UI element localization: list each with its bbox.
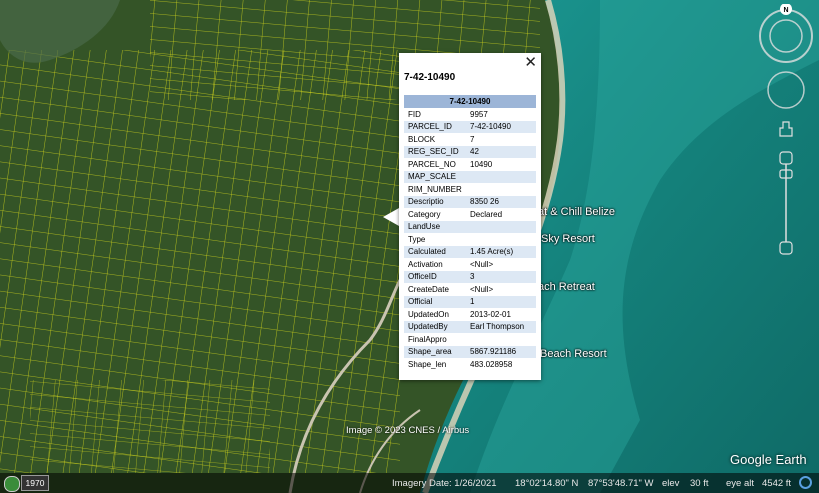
status-bar: Imagery Date: 1/26/2021 18°02'14.80" N 8…	[0, 473, 819, 493]
attribute-key: Calculated	[404, 245, 466, 258]
attribute-key: OfficeID	[404, 270, 466, 283]
attribute-key: Official	[404, 295, 466, 308]
attribute-key: Activation	[408, 259, 443, 269]
popup-title: 7-42-10490	[404, 72, 456, 83]
attribute-key: REG_SEC_ID	[404, 145, 466, 158]
eye-altitude-label: eye alt	[726, 478, 754, 489]
table-row: Category Declared	[404, 208, 536, 221]
historical-year-badge[interactable]: 1970	[21, 475, 49, 491]
attribute-key: RIM_NUMBER	[408, 184, 462, 194]
attribute-value	[466, 220, 536, 233]
table-row: RIM_NUMBER	[404, 183, 536, 196]
attribute-key: MAP_SCALE	[404, 170, 466, 183]
attribute-key: Descriptio	[404, 195, 466, 208]
table-row: Shape_area 5867.921186	[404, 345, 536, 358]
attribute-key: FID	[408, 109, 421, 119]
attribute-value: 7	[470, 134, 475, 144]
attribute-key: LandUse	[404, 220, 466, 233]
look-joystick[interactable]	[767, 71, 805, 109]
table-row: UpdatedBy Earl Thompson	[404, 320, 536, 333]
navigation-controls[interactable]: N	[756, 4, 816, 264]
attribute-key: PARCEL_NO	[408, 159, 456, 169]
attribute-value: 10490	[470, 159, 493, 169]
popup-pointer	[383, 208, 399, 226]
place-label[interactable]: Sky Resort	[541, 233, 595, 245]
google-earth-logo: Google Earth	[730, 452, 807, 467]
parcel-grid-south	[30, 380, 270, 473]
elevation-value: 30 ft	[690, 478, 709, 489]
attribute-value: 1	[466, 295, 536, 308]
table-row: REG_SEC_ID 42	[404, 145, 536, 158]
attribute-value: 8350 26	[466, 195, 536, 208]
attribute-value	[466, 170, 536, 183]
attribute-value: <Null>	[470, 259, 494, 269]
attribute-value: <Null>	[470, 284, 494, 294]
table-row: UpdatedOn 2013-02-01	[404, 308, 536, 321]
table-row: FinalAppro	[404, 333, 536, 346]
attribute-key: Shape_area	[404, 345, 466, 358]
imagery-credits: Image © 2023 CNES / Airbus	[346, 425, 470, 436]
attribute-value: 483.028958	[470, 359, 513, 369]
street-view-pegman-icon[interactable]	[779, 121, 793, 137]
attribute-key: UpdatedOn	[408, 309, 449, 319]
table-row: CreateDate <Null>	[404, 283, 536, 296]
table-row: PARCEL_NO 10490	[404, 158, 536, 171]
table-row: LandUse	[404, 220, 536, 233]
table-row: Shape_len 483.028958	[404, 358, 536, 371]
imagery-date: Imagery Date: 1/26/2021	[392, 478, 497, 489]
table-row: OfficeID 3	[404, 270, 536, 283]
table-row: Activation <Null>	[404, 258, 536, 271]
historical-imagery-icon[interactable]	[4, 476, 20, 492]
attribute-value: 7-42-10490	[466, 120, 536, 133]
parcel-info-popup: ✕ 7-42-10490 7-42-10490 FID 9957 PARCEL_ID…	[399, 53, 541, 380]
attribute-value	[466, 333, 536, 346]
attribute-value: Earl Thompson	[466, 320, 536, 333]
close-icon[interactable]: ✕	[524, 54, 537, 72]
latitude-readout: 18°02'14.80" N	[515, 478, 579, 489]
attribute-value: 5867.921186	[466, 345, 536, 358]
attribute-value: 3	[466, 270, 536, 283]
elevation-label: elev	[662, 478, 680, 489]
attribute-value: 9957	[470, 109, 488, 119]
table-row: PARCEL_ID 7-42-10490	[404, 120, 536, 133]
place-label[interactable]: at & Chill Belize	[538, 206, 615, 218]
attribute-value	[466, 183, 536, 196]
table-row: Type	[404, 233, 536, 246]
attribute-key: Type	[408, 234, 426, 244]
attribute-key: FinalAppro	[408, 334, 447, 344]
place-label[interactable]: Beach Resort	[540, 348, 607, 360]
place-label[interactable]: ach Retreat	[538, 281, 595, 293]
attribute-value	[466, 233, 536, 246]
zoom-in-button[interactable]	[779, 151, 793, 165]
table-row: MAP_SCALE	[404, 170, 536, 183]
table-row: BLOCK 7	[404, 133, 536, 146]
attribute-key: Category	[408, 209, 441, 219]
attribute-value: 1.45 Acre(s)	[466, 245, 536, 258]
table-row: Descriptio 8350 26	[404, 195, 536, 208]
attribute-key: PARCEL_ID	[404, 120, 466, 133]
table-row: Official 1	[404, 295, 536, 308]
table-row: FID 9957	[404, 108, 536, 121]
compass-ring[interactable]	[759, 9, 813, 63]
north-label: N	[783, 7, 788, 14]
attribute-key: Shape_len	[408, 359, 447, 369]
table-row: Calculated 1.45 Acre(s)	[404, 245, 536, 258]
zoom-out-button[interactable]	[779, 241, 793, 255]
compass-inner-ring	[769, 19, 803, 53]
streaming-status-icon	[799, 476, 812, 489]
eye-altitude-value: 4542 ft	[762, 478, 792, 489]
attribute-value: 2013-02-01	[470, 309, 511, 319]
table-header: 7-42-10490	[404, 95, 536, 108]
attribute-value: 42	[466, 145, 536, 158]
longitude-readout: 87°53'48.71" W	[588, 478, 654, 489]
attribute-key: BLOCK	[408, 134, 436, 144]
attribute-table: 7-42-10490 FID 9957 PARCEL_ID 7-42-10490 BLO…	[404, 95, 536, 371]
attribute-key: CreateDate	[408, 284, 449, 294]
attribute-value: Declared	[470, 209, 503, 219]
attribute-key: UpdatedBy	[404, 320, 466, 333]
